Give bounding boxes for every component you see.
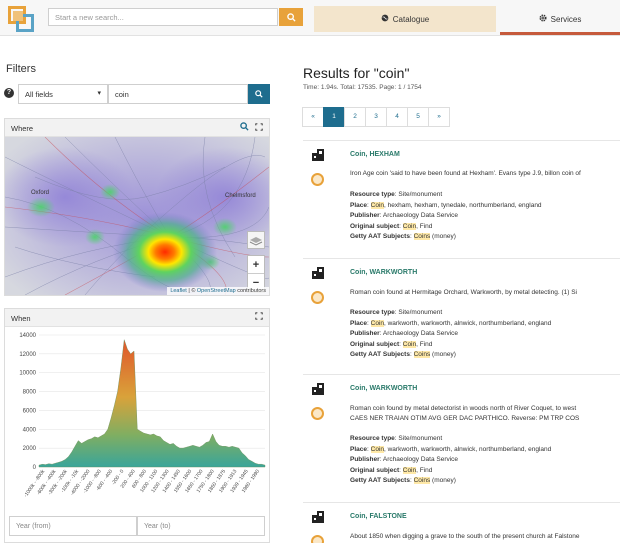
zoom-in-button[interactable]: + [248,256,264,274]
gear-icon [539,14,547,24]
y-tick-label: 0 [33,465,37,471]
y-tick-label: 14000 [19,333,36,339]
monument-icon [312,149,324,161]
year-from-input[interactable]: Year (from) [9,516,137,536]
field-select[interactable]: All fields ▾ [18,84,108,104]
year-range: Year (from) Year (to) [9,516,265,536]
filter-query-input[interactable]: coin [108,84,248,104]
y-tick-label: 8000 [23,390,37,396]
map-attribution: Leaflet | © OpenStreetMap contributors [167,287,269,295]
chevron-down-icon: ▾ [97,90,101,97]
monument-icon [312,267,324,279]
filter-search-button[interactable] [248,84,270,104]
pager-next[interactable]: » [428,107,450,127]
leaflet-link[interactable]: Leaflet [170,288,187,294]
result-item: Coin, HEXHAM Iron Age coin 'said to have… [303,140,620,255]
help-icon[interactable]: ? [4,88,14,98]
result-item: Coin, WARKWORTH Roman coin found by meta… [303,374,620,502]
search-icon [286,12,296,22]
result-title[interactable]: Coin, FALSTONE [350,513,407,520]
globe-icon [381,14,389,24]
where-title: Where [11,124,34,133]
when-chart[interactable]: 0 2000 4000 6000 8000 10000 12000 14000 -1000k … [5,327,269,507]
monument-icon [312,383,324,395]
result-title[interactable]: Coin, HEXHAM [350,151,400,158]
global-search-button[interactable] [279,8,303,26]
site-logo[interactable] [8,6,36,34]
y-tick-label: 2000 [23,446,37,452]
result-description: Roman coin found at Hermitage Orchard, W… [350,289,577,296]
heatmap-map[interactable]: Oxford Chelmsford + − Leaflet | © OpenSt… [5,137,269,295]
result-title[interactable]: Coin, WARKWORTH [350,385,417,392]
result-title[interactable]: Coin, WARKWORTH [350,269,417,276]
data-source-icon [311,535,324,543]
pagination: « 1 2 3 4 5 » [302,107,450,127]
result-description: Roman coin found by metal detectorist in… [350,405,577,412]
data-source-icon [311,173,324,186]
data-source-icon [311,291,324,304]
result-description: Iron Age coin 'said to have been found a… [350,170,581,177]
when-panel: When 0 2000 4000 6000 8000 10000 12000 14000 -1… [4,308,270,543]
filter-row: ? All fields ▾ coin [4,84,270,104]
when-chart-svg: 02000400060008000100001200014000 -1000k … [19,333,266,499]
pager-page-4[interactable]: 4 [386,107,408,127]
fullscreen-icon[interactable] [255,122,263,131]
y-tick-label: 4000 [23,427,37,433]
pager-page-5[interactable]: 5 [407,107,429,127]
result-properties: Resource type: Site/monument Place: Coin… [350,191,542,240]
result-description: About 1850 when digging a grave to the s… [350,533,580,540]
layers-icon[interactable] [247,231,265,249]
fullscreen-icon[interactable] [255,312,263,320]
pager-page-2[interactable]: 2 [344,107,366,127]
pager-page-3[interactable]: 3 [365,107,387,127]
map-label-chelmsford: Chelmsford [225,193,256,199]
pager-first[interactable]: « [302,107,324,127]
monument-icon [312,511,324,523]
year-to-input[interactable]: Year (to) [137,516,265,536]
when-header: When [5,309,269,327]
filters-title: Filters [6,63,36,75]
y-tick-label: 6000 [23,408,37,414]
result-item: Coin, WARKWORTH Roman coin found at Herm… [303,258,620,373]
result-properties: Resource type: Site/monument Place: Coin… [350,435,552,484]
map-label-oxford: Oxford [31,190,49,196]
top-bar: Start a new search... Catalogue Services [0,0,620,36]
result-description-line2: CAES NER TRAIAN OTIM AVG GER DAC PARTHIC… [350,415,580,422]
search-icon[interactable] [240,122,249,131]
when-title: When [11,314,31,323]
y-tick-label: 10000 [19,371,36,377]
tab-catalogue[interactable]: Catalogue [314,6,496,32]
tab-services-underline [500,32,620,35]
search-icon [255,90,263,98]
result-item: Coin, FALSTONE About 1850 when digging a… [303,502,620,543]
tab-services[interactable]: Services [500,6,620,32]
results-meta: Time: 1.94s. Total: 17535. Page: 1 / 175… [303,84,422,91]
y-tick-label: 12000 [19,352,36,358]
osm-link[interactable]: OpenStreetMap [197,288,236,294]
data-source-icon [311,407,324,420]
where-header: Where [5,119,269,137]
where-panel: Where Oxford Chelmsford + − Leaflet | © … [4,118,270,296]
tab-catalogue-label: Catalogue [392,14,430,24]
global-search-input[interactable]: Start a new search... [48,8,278,26]
result-properties: Resource type: Site/monument Place: Coin… [350,309,552,358]
field-select-value: All fields [25,90,53,99]
tab-services-label: Services [550,14,582,24]
results-title: Results for "coin" [303,65,410,81]
pager-page-1[interactable]: 1 [323,107,345,127]
